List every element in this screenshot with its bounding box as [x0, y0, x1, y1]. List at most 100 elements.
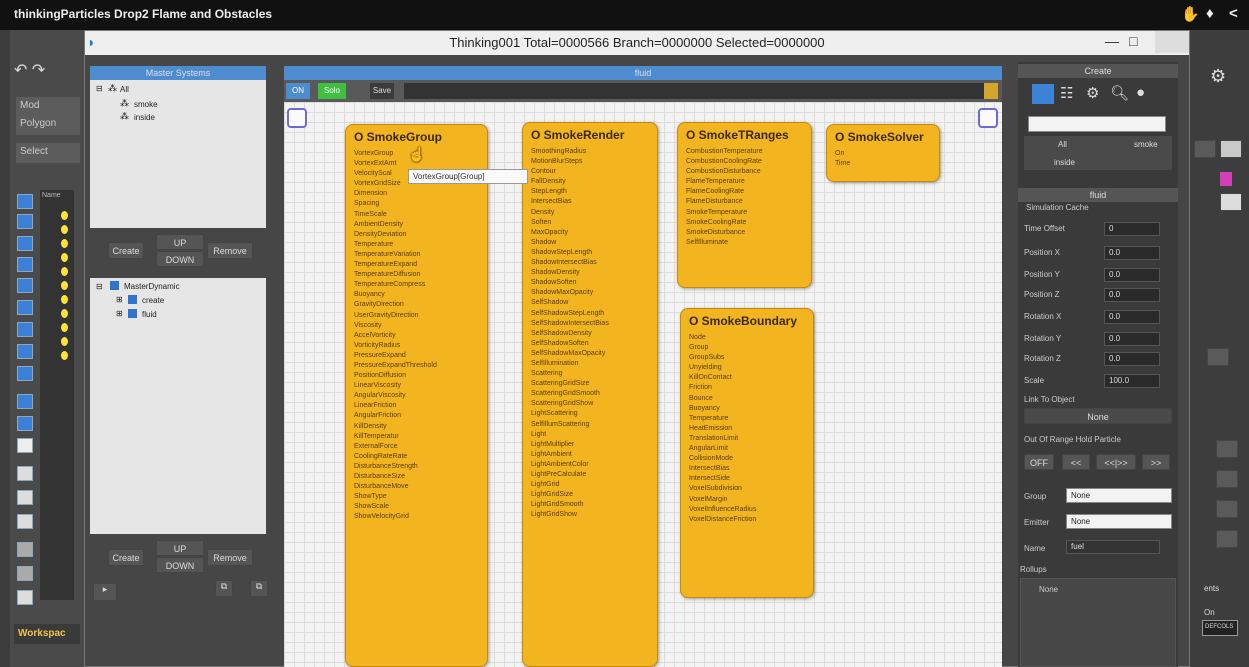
node-port[interactable]: CombustionTemperature	[686, 147, 811, 157]
node-port[interactable]: ScatteringGridShow	[531, 399, 657, 409]
light-bulb-icon[interactable]	[61, 253, 68, 262]
node-port[interactable]: Unyielding	[689, 363, 813, 373]
node-port[interactable]: MaxOpacity	[531, 228, 657, 238]
tree-item[interactable]: fluid	[142, 310, 157, 319]
paste-icon[interactable]: ⧉	[250, 580, 268, 597]
node-port[interactable]: LightScattering	[531, 409, 657, 419]
tool-icon[interactable]	[17, 300, 33, 315]
tree-item[interactable]: smoke	[134, 100, 158, 109]
node-port[interactable]: VoxelMargin	[689, 495, 813, 505]
node-port[interactable]: DisturbanceSize	[354, 472, 487, 482]
node-port[interactable]: VoxelSubdivision	[689, 484, 813, 494]
spinner-button[interactable]	[1216, 440, 1238, 458]
tool-icon[interactable]	[17, 278, 33, 293]
node-port[interactable]: SmokeCoolingRate	[686, 218, 811, 228]
tool-icon[interactable]	[17, 566, 33, 581]
param-spinner[interactable]: 0.0	[1104, 310, 1160, 324]
node-port[interactable]: LightGrid	[531, 480, 657, 490]
node-port[interactable]: IntersectBias	[531, 197, 657, 207]
node-port[interactable]: HeatEmission	[689, 424, 813, 434]
light-bulb-icon[interactable]	[61, 351, 68, 360]
share-icon[interactable]: <	[1229, 5, 1238, 22]
node-port[interactable]: FallDensity	[531, 177, 657, 187]
output-port-handle[interactable]	[978, 108, 998, 128]
light-bulb-icon[interactable]	[61, 295, 68, 304]
node-smoke-group[interactable]: O SmokeGroup VortexGroup VortexExtAmt Velo…	[345, 124, 488, 667]
node-smoke-boundary[interactable]: O SmokeBoundary Node Group GroupSubs Unyiel…	[680, 308, 814, 598]
node-port[interactable]: CoolingRateRate	[354, 452, 487, 462]
node-port[interactable]: LightGridSize	[531, 490, 657, 500]
select-tab[interactable]: Select	[16, 143, 80, 163]
create-button[interactable]: Create	[108, 242, 144, 259]
node-port[interactable]: LightMultiplier	[531, 440, 657, 450]
light-bulb-icon[interactable]	[61, 211, 68, 220]
nav-prev-button[interactable]: <<	[1062, 454, 1090, 470]
node-port[interactable]: AngularViscosity	[354, 391, 487, 401]
node-port[interactable]: TemperatureVariation	[354, 250, 487, 260]
group-matrix[interactable]: All smoke inside	[1024, 136, 1172, 170]
render-icon[interactable]: ⚙	[1210, 66, 1226, 87]
node-port[interactable]: MotionBlurSteps	[531, 157, 657, 167]
tree-expand-icon[interactable]: ⊟	[96, 282, 103, 291]
node-port[interactable]: IntersectSide	[689, 474, 813, 484]
param-spinner[interactable]: 0.0	[1104, 288, 1160, 302]
path-field[interactable]	[404, 83, 984, 99]
node-port[interactable]: SelfShadow	[531, 298, 657, 308]
light-bulb-icon[interactable]	[61, 281, 68, 290]
node-port[interactable]: VoxelDistanceFriction	[689, 515, 813, 525]
off-button[interactable]: OFF	[1024, 454, 1054, 470]
rollup-item[interactable]: None	[1039, 585, 1058, 594]
up-button[interactable]: UP	[156, 234, 204, 250]
node-port[interactable]: GravityDirection	[354, 300, 487, 310]
node-port[interactable]: StepLength	[531, 187, 657, 197]
save-button[interactable]: Save	[370, 83, 394, 99]
node-port[interactable]: LightGridShow	[531, 510, 657, 520]
tool-icon[interactable]	[17, 322, 33, 337]
node-port[interactable]: DisturbanceStrength	[354, 462, 487, 472]
node-port[interactable]: GroupSubs	[689, 353, 813, 363]
light-bulb-icon[interactable]	[61, 309, 68, 318]
spinner-button[interactable]	[1216, 500, 1238, 518]
node-port[interactable]: KillOnContact	[689, 373, 813, 383]
node-port[interactable]: VorticityRadius	[354, 341, 487, 351]
tool-icon[interactable]	[17, 590, 33, 605]
node-port[interactable]: UserGravityDirection	[354, 311, 487, 321]
node-port[interactable]: FlameCoolingRate	[686, 187, 811, 197]
emitter-select[interactable]: None	[1066, 514, 1172, 529]
node-port[interactable]: SelfIlluminate	[686, 238, 811, 248]
node-port[interactable]: Buoyancy	[689, 404, 813, 414]
master-systems-tree[interactable]: ⊟ ⁂ All ⁂ smoke ⁂ inside	[90, 80, 266, 228]
tool-icon[interactable]	[17, 514, 33, 529]
dropdown-button[interactable]	[1220, 193, 1242, 211]
tree-item[interactable]: MasterDynamic	[124, 282, 180, 291]
grid-icon[interactable]	[1032, 84, 1054, 104]
node-port[interactable]: Scattering	[531, 369, 657, 379]
down-button[interactable]: DOWN	[156, 557, 204, 573]
panel-button[interactable]	[1194, 140, 1216, 158]
node-port[interactable]: CombustionCoolingRate	[686, 157, 811, 167]
scene-list[interactable]: Name	[40, 190, 74, 600]
time-offset-spinner[interactable]: 0	[1104, 222, 1160, 236]
wrench-icon[interactable]	[1220, 140, 1242, 158]
link-object-button[interactable]: None	[1024, 408, 1172, 424]
polygon-tab[interactable]: Polygon	[16, 115, 80, 135]
node-port[interactable]: Shadow	[531, 238, 657, 248]
modifier-tab[interactable]: Mod	[16, 97, 80, 117]
copy-icon[interactable]: ⧉	[215, 580, 233, 597]
node-port[interactable]: Bounce	[689, 394, 813, 404]
scale-spinner[interactable]: 100.0	[1104, 374, 1160, 388]
param-spinner[interactable]: 0.0	[1104, 246, 1160, 260]
tree-item[interactable]: create	[142, 296, 164, 305]
node-port[interactable]: CollisionMode	[689, 454, 813, 464]
close-button[interactable]	[1155, 31, 1189, 53]
node-port[interactable]: AccelVorticity	[354, 331, 487, 341]
light-bulb-icon[interactable]	[61, 323, 68, 332]
light-bulb-icon[interactable]	[61, 225, 68, 234]
gear-icon[interactable]: ⚙	[1086, 84, 1108, 104]
defcols-button[interactable]: DEFCOLS	[1202, 620, 1238, 636]
folder-icon[interactable]	[984, 83, 998, 99]
node-port[interactable]: Group	[689, 343, 813, 353]
rollups-list[interactable]: None	[1020, 578, 1176, 667]
tool-icon[interactable]	[17, 438, 33, 453]
node-port[interactable]: Temperature	[689, 414, 813, 424]
